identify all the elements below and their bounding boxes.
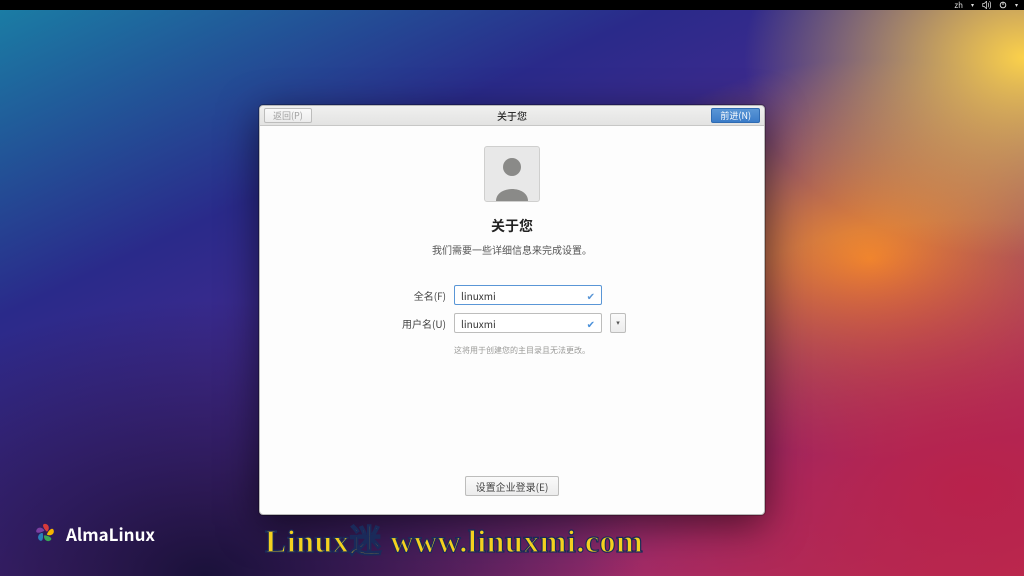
back-button-label: 返回(P) [273, 109, 303, 122]
chevron-down-icon: ▾ [971, 2, 974, 8]
section-subheading: 我们需要一些详细信息来完成设置。 [432, 242, 592, 257]
enterprise-login-button[interactable]: 设置企业登录(E) [465, 476, 560, 496]
username-value: linuxmi [461, 316, 496, 331]
header-bar: 返回(P) 关于您 前进(N) [260, 106, 764, 126]
username-row: 用户名(U) linuxmi ✔ ▾ [398, 313, 626, 333]
enterprise-login-label: 设置企业登录(E) [476, 479, 549, 494]
username-hint: 这将用于创建您的主目录且无法更改。 [454, 345, 626, 356]
watermark-text: Linux迷 www.linuxmi.com [265, 516, 643, 562]
volume-icon[interactable] [982, 1, 991, 9]
chevron-down-icon: ▾ [616, 318, 620, 328]
power-icon[interactable] [999, 1, 1007, 9]
user-form: 全名(F) linuxmi ✔ 用户名(U) linuxmi ✔ ▾ [398, 285, 626, 356]
username-label: 用户名(U) [398, 316, 446, 331]
check-icon: ✔ [587, 316, 595, 331]
next-button[interactable]: 前进(N) [711, 108, 760, 123]
fullname-label: 全名(F) [398, 288, 446, 303]
avatar-picker-button[interactable] [484, 146, 540, 202]
next-button-label: 前进(N) [720, 109, 751, 122]
section-heading: 关于您 [491, 216, 533, 236]
username-options-button[interactable]: ▾ [610, 313, 626, 333]
chevron-down-icon: ▾ [1015, 2, 1018, 8]
user-icon [490, 153, 534, 201]
desktop-wallpaper: zh ▾ ▾ 返回(P) 关于您 前进(N) [0, 0, 1024, 576]
dialog-body: 关于您 我们需要一些详细信息来完成设置。 全名(F) linuxmi ✔ 用户名… [260, 126, 764, 514]
dialog-title: 关于您 [497, 108, 527, 123]
check-icon: ✔ [587, 288, 595, 303]
almalinux-logo-icon [32, 520, 58, 546]
distro-logo: AlmaLinux [32, 520, 155, 546]
setup-dialog: 返回(P) 关于您 前进(N) 关于您 我们需要一些详细信息来完成设置。 全名(… [259, 105, 765, 515]
back-button: 返回(P) [264, 108, 312, 123]
top-bar: zh ▾ ▾ [0, 0, 1024, 10]
fullname-row: 全名(F) linuxmi ✔ [398, 285, 626, 305]
keyboard-indicator[interactable]: zh [954, 0, 963, 11]
fullname-value: linuxmi [461, 288, 496, 303]
distro-logo-text: AlmaLinux [66, 521, 155, 546]
fullname-input[interactable]: linuxmi ✔ [454, 285, 602, 305]
username-input[interactable]: linuxmi ✔ [454, 313, 602, 333]
